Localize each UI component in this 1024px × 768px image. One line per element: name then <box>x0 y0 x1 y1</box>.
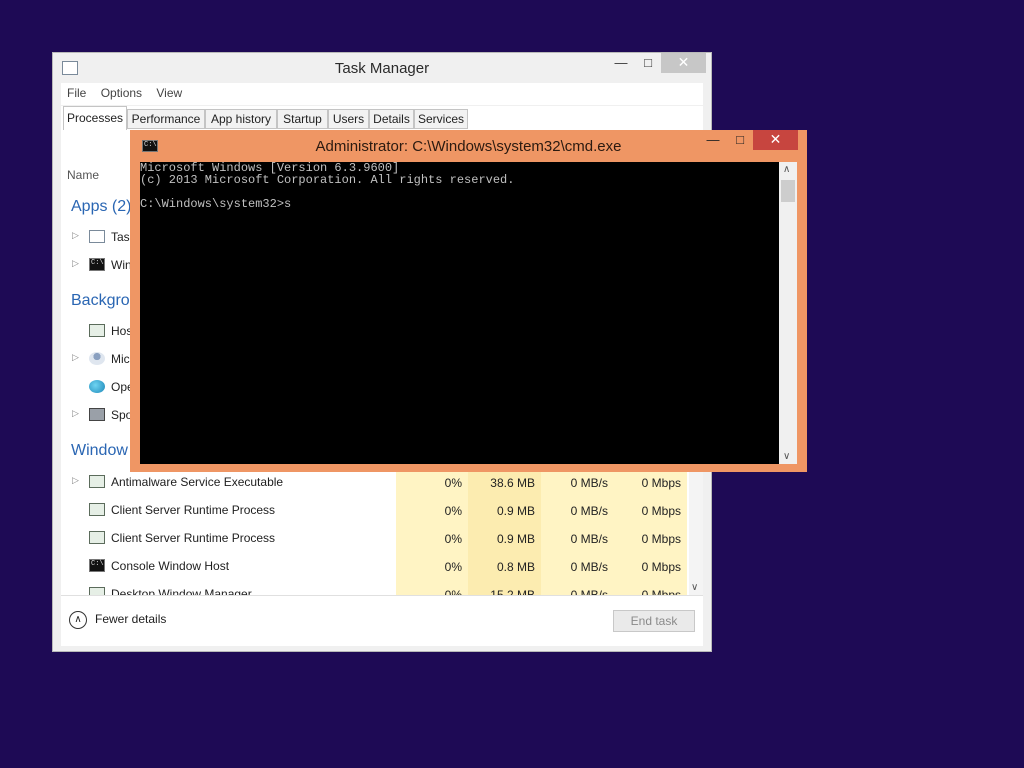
disk-cell: 0 MB/s <box>541 497 614 525</box>
menu-view[interactable]: View <box>156 86 182 100</box>
console-output[interactable]: Microsoft Windows [Version 6.3.9600] (c)… <box>140 162 779 464</box>
scroll-up-icon[interactable]: ∧ <box>783 164 790 175</box>
tab-processes[interactable]: Processes <box>63 106 127 130</box>
column-header-name[interactable]: Name <box>67 168 99 182</box>
footer-bar: ∧ Fewer details End task <box>61 595 703 646</box>
cmd-icon: C:\ <box>89 559 105 572</box>
host-process-icon <box>89 475 105 488</box>
end-task-button[interactable]: End task <box>613 610 695 632</box>
user-icon <box>89 352 105 365</box>
process-name: Console Window Host <box>111 559 230 573</box>
process-name: Mic <box>111 352 130 366</box>
group-heading-apps: Apps (2) <box>71 198 132 215</box>
process-name: Client Server Runtime Process <box>111 531 276 545</box>
task-manager-titlebar[interactable]: Task Manager — □ ✕ <box>53 53 711 83</box>
expand-chevron-icon[interactable]: ▷ <box>72 258 79 269</box>
console-scrollbar[interactable]: ∧ ∨ <box>779 162 797 464</box>
memory-cell: 15.2 MB <box>468 581 541 595</box>
expand-chevron-icon[interactable]: ▷ <box>72 352 79 363</box>
menu-options[interactable]: Options <box>101 86 142 100</box>
memory-cell: 0.9 MB <box>468 525 541 553</box>
cmd-icon: C:\ <box>89 258 105 271</box>
cpu-cell: 0% <box>396 581 468 595</box>
group-heading-background: Backgrou <box>71 292 139 309</box>
tab-strip: Processes Performance App history Startu… <box>61 106 703 131</box>
disk-cell: 0 MB/s <box>541 581 614 595</box>
table-row[interactable]: Desktop Window Manager 0% 15.2 MB 0 MB/s… <box>61 581 697 595</box>
network-cell: 0 Mbps <box>614 581 687 595</box>
cmd-window[interactable]: C:\ Administrator: C:\Windows\system32\c… <box>130 130 807 472</box>
menu-bar: File Options View <box>61 83 703 105</box>
table-row[interactable]: Client Server Runtime Process 0% 0.9 MB … <box>61 525 697 553</box>
printer-icon <box>89 408 105 421</box>
network-cell: 0 Mbps <box>614 469 687 497</box>
scroll-down-icon[interactable]: ∨ <box>783 451 790 462</box>
cpu-cell: 0% <box>396 553 468 581</box>
memory-cell: 0.8 MB <box>468 553 541 581</box>
cpu-cell: 0% <box>396 469 468 497</box>
expand-chevron-icon[interactable]: ▷ <box>72 408 79 419</box>
close-button[interactable]: ✕ <box>661 53 706 73</box>
maximize-button[interactable]: □ <box>727 130 753 150</box>
console-prompt-line[interactable]: C:\Windows\system32>s <box>140 198 779 210</box>
globe-icon <box>89 380 105 393</box>
cpu-cell: 0% <box>396 497 468 525</box>
fewer-details-label: Fewer details <box>95 612 167 627</box>
chevron-up-icon: ∧ <box>69 611 87 629</box>
process-name: Win <box>111 258 132 272</box>
process-name: Desktop Window Manager <box>111 587 252 595</box>
tab-services[interactable]: Services <box>414 109 468 129</box>
close-button[interactable]: ✕ <box>753 130 798 150</box>
expand-chevron-icon[interactable]: ▷ <box>72 230 79 241</box>
fewer-details-button[interactable]: ∧ Fewer details <box>69 611 166 629</box>
disk-cell: 0 MB/s <box>541 469 614 497</box>
tab-performance[interactable]: Performance <box>127 109 205 129</box>
minimize-button[interactable]: — <box>608 53 634 73</box>
network-cell: 0 Mbps <box>614 497 687 525</box>
maximize-button[interactable]: □ <box>635 53 661 73</box>
host-process-icon <box>89 324 105 337</box>
memory-cell: 0.9 MB <box>468 497 541 525</box>
task-manager-icon <box>89 230 105 243</box>
console-line: (c) 2013 Microsoft Corporation. All righ… <box>140 173 515 187</box>
process-name: Tas <box>111 230 130 244</box>
disk-cell: 0 MB/s <box>541 553 614 581</box>
network-cell: 0 Mbps <box>614 553 687 581</box>
minimize-button[interactable]: — <box>700 130 726 150</box>
host-process-icon <box>89 531 105 544</box>
scroll-down-icon[interactable]: ∨ <box>691 582 698 593</box>
host-process-icon <box>89 503 105 516</box>
table-row[interactable]: Client Server Runtime Process 0% 0.9 MB … <box>61 497 697 525</box>
table-row[interactable]: ▷ Antimalware Service Executable 0% 38.6… <box>61 469 697 497</box>
expand-chevron-icon[interactable]: ▷ <box>72 475 79 486</box>
network-cell: 0 Mbps <box>614 525 687 553</box>
tab-startup[interactable]: Startup <box>277 109 328 129</box>
scrollbar-thumb[interactable] <box>781 180 795 202</box>
table-row[interactable]: C:\ Console Window Host 0% 0.8 MB 0 MB/s… <box>61 553 697 581</box>
tab-app-history[interactable]: App history <box>205 109 277 129</box>
tab-details[interactable]: Details <box>369 109 414 129</box>
host-process-icon <box>89 587 105 595</box>
process-name: Client Server Runtime Process <box>111 503 276 517</box>
tab-users[interactable]: Users <box>328 109 369 129</box>
memory-cell: 38.6 MB <box>468 469 541 497</box>
group-heading-windows: Window <box>71 442 128 459</box>
disk-cell: 0 MB/s <box>541 525 614 553</box>
menu-file[interactable]: File <box>67 86 86 100</box>
process-name: Antimalware Service Executable <box>111 475 284 489</box>
cpu-cell: 0% <box>396 525 468 553</box>
